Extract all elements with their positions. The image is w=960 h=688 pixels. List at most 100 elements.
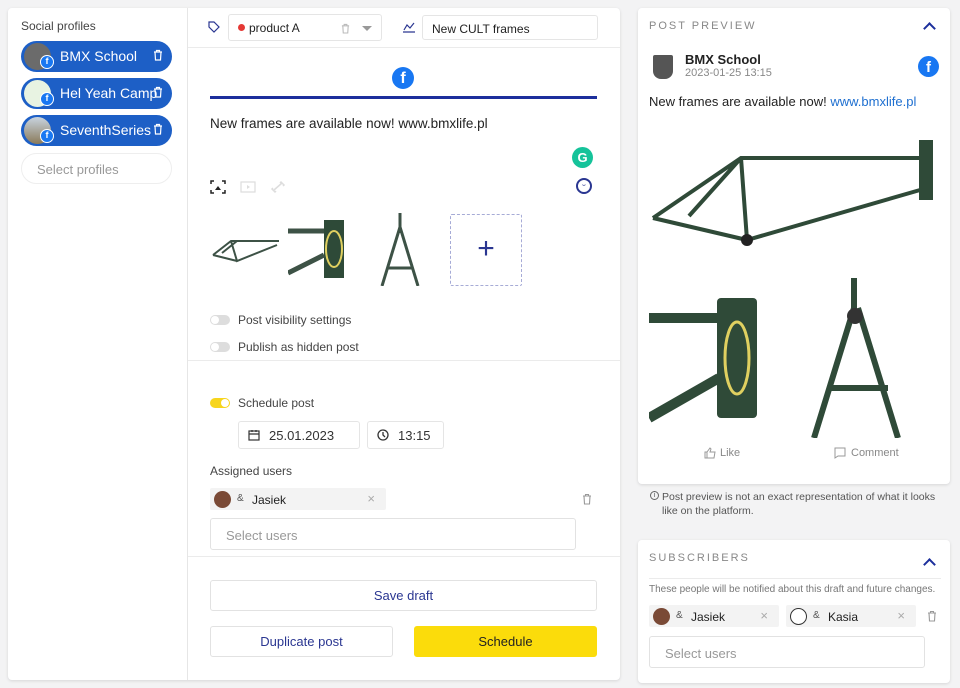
assigned-users-label: Assigned users [210,464,293,478]
grammarly-icon[interactable]: G [572,147,593,168]
like-button[interactable]: Like [720,447,740,459]
subscriber-chip: & Jasiek × [649,605,779,627]
facebook-icon: f [40,129,54,143]
user-name: Jasiek [691,610,726,624]
tag-label: product A [249,21,300,35]
subscribers-card: SUBSCRIBERS These people will be notifie… [638,540,950,683]
remove-user-icon[interactable]: × [897,608,905,623]
profile-chip[interactable]: f Hel Yeah Camp [21,78,172,109]
save-draft-button[interactable]: Save draft [210,580,597,611]
facebook-icon: f [40,92,54,106]
time-input[interactable]: 13:15 [367,421,444,449]
subscribers-description: These people will be notified about this… [649,584,936,595]
trash-icon[interactable] [582,493,592,505]
trash-icon[interactable] [927,610,937,622]
hidden-post-toggle[interactable] [210,342,230,352]
person-icon: & [676,610,683,621]
media-thumbnail[interactable] [288,213,346,286]
tag-select[interactable]: product A [228,14,382,41]
preview-post-text: New frames are available now! www.bmxlif… [649,94,916,109]
preview-image-rear [808,278,908,438]
post-editor: product A New CULT frames f New frames a… [188,8,620,680]
facebook-tab-icon[interactable]: f [392,67,414,89]
account-name: BMX School [685,52,761,67]
trash-icon[interactable] [341,23,350,34]
user-avatar [790,608,807,625]
post-text-area[interactable]: New frames are available now! www.bmxlif… [210,116,488,131]
media-thumbnail[interactable] [210,213,282,286]
post-datetime: 2023-01-25 13:15 [685,67,772,79]
person-icon: & [813,610,820,621]
account-avatar [653,55,673,79]
facebook-icon: f [40,55,54,69]
trash-icon[interactable] [153,86,163,98]
user-name: Kasia [828,610,859,624]
social-profiles-title: Social profiles [21,19,96,33]
date-value: 25.01.2023 [269,428,335,443]
image-upload-icon[interactable] [210,180,226,194]
comment-icon[interactable] [834,447,846,459]
divider [188,360,620,361]
trash-icon[interactable] [153,49,163,61]
select-profiles-input[interactable]: Select profiles [21,153,172,184]
chevron-down-icon[interactable] [362,26,372,31]
chevron-up-icon[interactable] [923,22,936,35]
hidden-post-label: Publish as hidden post [238,340,359,354]
info-icon: i [650,491,659,500]
profile-chip[interactable]: f BMX School [21,41,172,72]
user-name: Jasiek [252,493,287,507]
trash-icon[interactable] [153,123,163,135]
like-icon[interactable] [704,447,716,459]
profile-name: Hel Yeah Camp [60,85,158,101]
preview-text: New frames are available now! [649,94,831,109]
media-thumbnail[interactable] [378,213,422,286]
active-tab-indicator [210,96,597,99]
duplicate-post-button[interactable]: Duplicate post [210,626,393,657]
preview-image-headtube [649,278,757,438]
clock-icon [377,429,389,441]
time-value: 13:15 [398,428,431,443]
post-title-input[interactable]: New CULT frames [422,15,598,40]
user-avatar [214,491,231,508]
profile-chip[interactable]: f SeventhSeries [21,115,172,146]
divider [188,47,620,48]
post-preview-card: POST PREVIEW BMX School 2023-01-25 13:15… [638,8,950,484]
schedule-post-label: Schedule post [238,396,315,410]
add-media-button[interactable]: + [450,214,522,286]
schedule-post-toggle[interactable] [210,398,230,408]
schedule-button[interactable]: Schedule [414,626,597,657]
post-visibility-label: Post visibility settings [238,313,352,327]
tag-icon [208,21,220,33]
date-input[interactable]: 25.01.2023 [238,421,360,449]
divider [649,578,941,579]
chevron-up-icon[interactable] [923,558,936,571]
select-subscribers-input[interactable]: Select users [649,636,925,668]
assigned-user-chip: & Jasiek × [210,488,386,510]
preview-link[interactable]: www.bmxlife.pl [830,94,916,109]
profile-name: SeventhSeries [60,122,152,138]
profile-name: BMX School [60,48,138,64]
tag-color-dot [238,24,245,31]
facebook-icon: f [918,56,939,77]
divider [188,556,620,557]
preview-disclaimer: i Post preview is not an exact represent… [650,490,950,518]
post-visibility-toggle[interactable] [210,315,230,325]
subscriber-chip: & Kasia × [786,605,916,627]
social-profiles-panel: Social profiles f BMX School f Hel Yeah … [8,8,188,680]
post-editor-card: Social profiles f BMX School f Hel Yeah … [8,8,620,680]
remove-user-icon[interactable]: × [760,608,768,623]
video-icon[interactable] [240,180,256,194]
preview-image-main [649,128,937,256]
comment-button[interactable]: Comment [851,447,899,459]
calendar-icon [248,430,260,441]
post-preview-title: POST PREVIEW [649,20,757,32]
disclaimer-text: Post preview is not an exact representat… [662,491,936,517]
emoji-icon[interactable]: ᵕ [576,178,592,194]
person-icon: & [237,493,244,504]
link-icon[interactable] [270,180,286,194]
remove-user-icon[interactable]: × [367,491,375,506]
title-edit-icon [403,22,415,33]
user-avatar [653,608,670,625]
select-users-input[interactable]: Select users [210,518,576,550]
subscribers-title: SUBSCRIBERS [649,552,750,564]
